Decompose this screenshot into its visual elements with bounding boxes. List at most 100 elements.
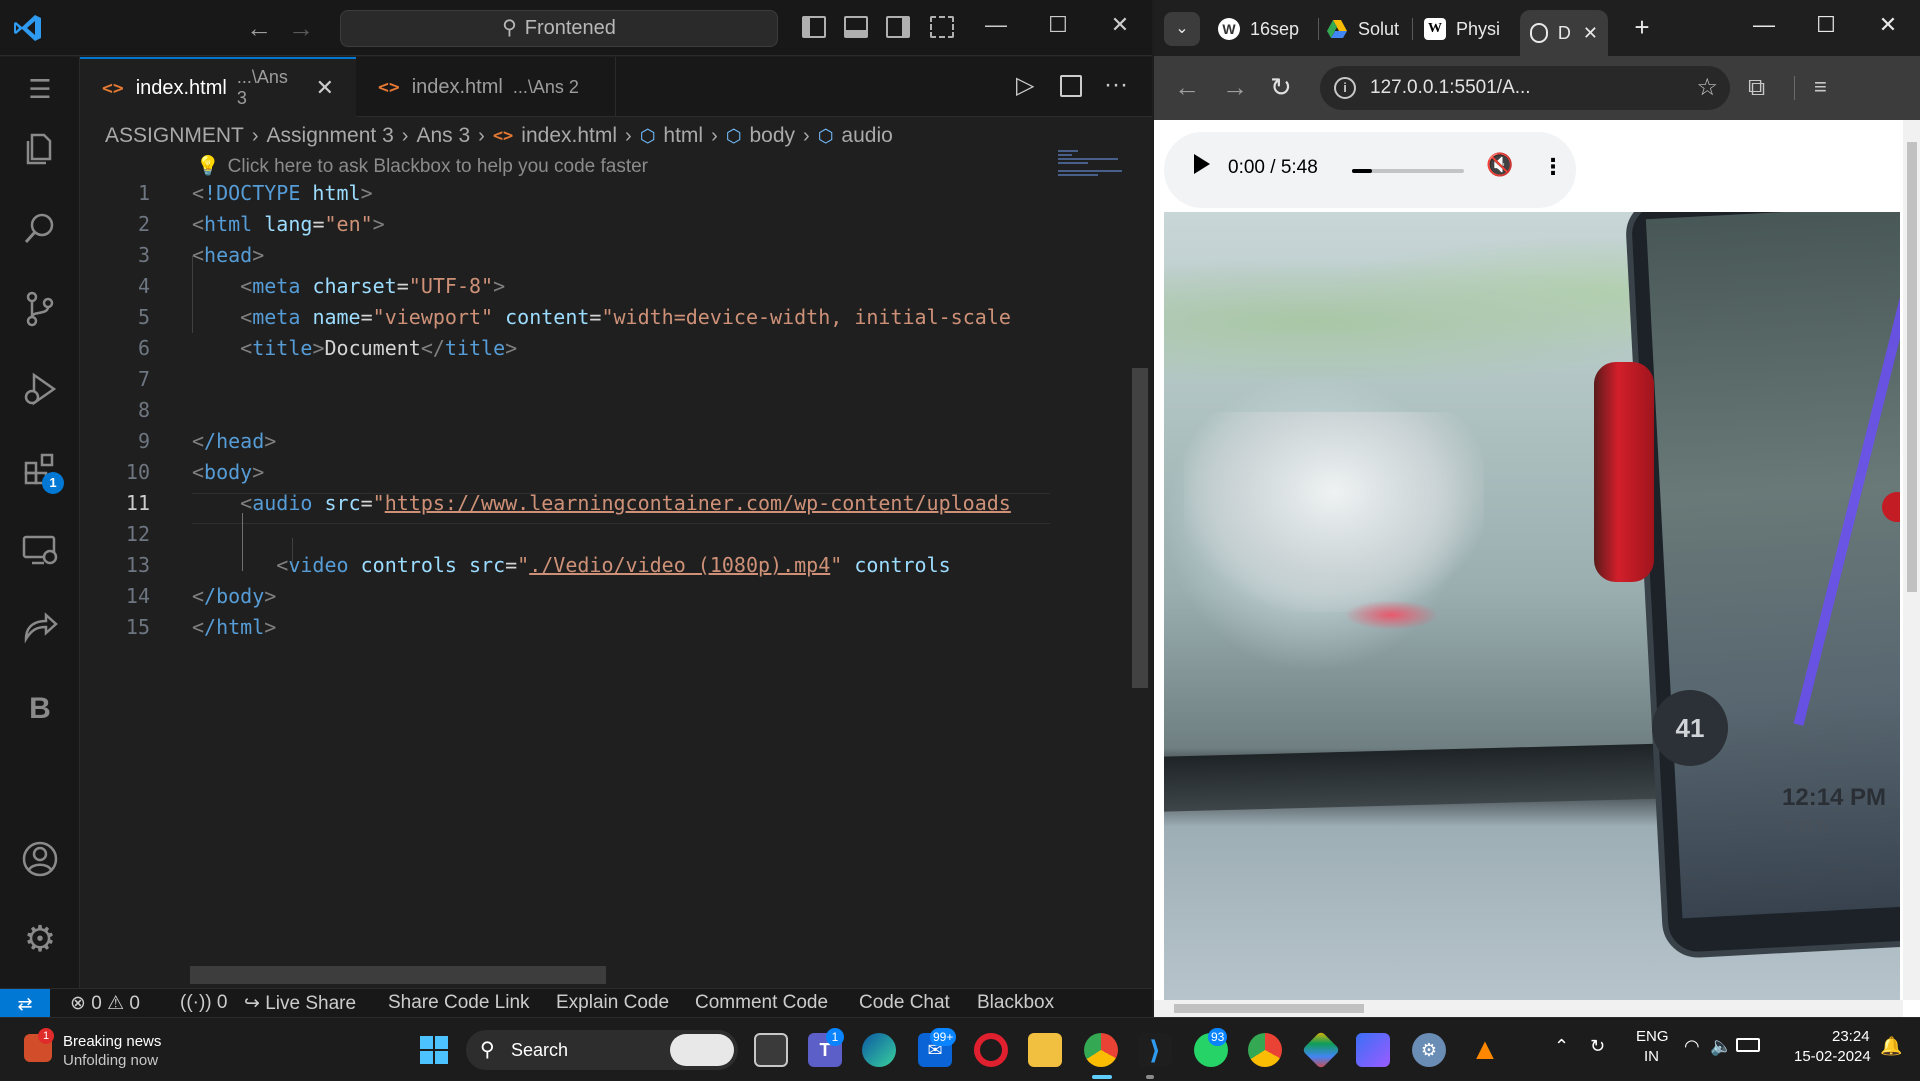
comment-code-button[interactable]: Comment Code — [695, 992, 828, 1014]
settings-gear-icon[interactable]: ⚙ — [18, 917, 62, 961]
opera-icon[interactable] — [974, 1033, 1008, 1067]
run-debug-icon[interactable] — [18, 367, 62, 411]
audio-player[interactable]: 0:00 / 5:48 🔇 ⋮ — [1164, 132, 1576, 208]
reload-icon[interactable]: ↻ — [1270, 72, 1292, 103]
remote-explorer-icon[interactable] — [18, 527, 62, 571]
breadcrumb-assignment[interactable]: ASSIGNMENT — [105, 124, 244, 148]
code-editor[interactable]: 1 <!DOCTYPE html> 2 <html lang="en"> 3 <hea… — [80, 178, 1080, 968]
toggle-secondary-sidebar-icon[interactable] — [886, 16, 910, 38]
remote-indicator-icon[interactable]: ⇄ — [0, 989, 50, 1019]
new-tab-icon[interactable]: + — [1622, 12, 1662, 43]
chrome-tab-active[interactable]: D ✕ — [1520, 10, 1608, 56]
live-share-icon[interactable] — [18, 607, 62, 651]
maximize-icon[interactable]: ☐ — [1806, 12, 1846, 38]
play-icon[interactable] — [1194, 154, 1210, 174]
video-player[interactable]: 41 12:14 PM 1.11 h — [1164, 212, 1900, 1000]
more-options-icon[interactable]: ⋮ — [1542, 154, 1564, 180]
blackbox-icon[interactable]: B — [18, 687, 62, 731]
bookmark-star-icon[interactable]: ☆ — [1696, 66, 1718, 110]
language-bottom[interactable]: IN — [1644, 1048, 1659, 1065]
split-editor-icon[interactable] — [1060, 75, 1082, 97]
muted-speaker-icon[interactable]: 🔇 — [1486, 152, 1513, 178]
chrome-tab-3[interactable]: W Physi — [1424, 14, 1520, 44]
toggle-panel-icon[interactable] — [844, 16, 868, 38]
blackbox-button[interactable]: Blackbox — [977, 992, 1054, 1014]
customize-layout-icon[interactable] — [930, 16, 954, 38]
explain-code-button[interactable]: Explain Code — [556, 992, 669, 1014]
chevron-up-icon[interactable]: ⌃ — [1554, 1036, 1569, 1057]
wifi-icon[interactable]: ◠ — [1684, 1036, 1700, 1057]
maximize-icon[interactable]: ☐ — [1038, 12, 1078, 38]
page-vertical-scrollbar[interactable] — [1903, 120, 1920, 1000]
close-window-icon[interactable]: ✕ — [1100, 12, 1140, 38]
minimap[interactable] — [1050, 148, 1130, 988]
breadcrumb-body[interactable]: body — [749, 124, 795, 148]
menu-icon[interactable]: ☰ — [18, 67, 62, 111]
task-view-icon[interactable] — [754, 1033, 788, 1067]
code-chat-button[interactable]: Code Chat — [859, 992, 950, 1014]
forward-arrow-icon[interactable]: → — [1222, 72, 1248, 103]
audio-src-link[interactable]: https://www.learningcontainer.com/wp-con… — [385, 491, 1011, 515]
volume-icon[interactable]: 🔈 — [1710, 1036, 1732, 1057]
close-tab-icon[interactable]: ✕ — [316, 75, 334, 101]
back-arrow-icon[interactable]: ← — [246, 14, 272, 42]
tab-index-html-ans2[interactable]: <> index.html ...\Ans 2 — [356, 57, 616, 117]
ports-indicator[interactable]: ((·)) 0 — [180, 992, 228, 1014]
clock-date[interactable]: 15-02-2024 — [1794, 1048, 1871, 1065]
close-tab-icon[interactable]: ✕ — [1583, 23, 1598, 44]
breadcrumb-audio[interactable]: audio — [841, 124, 892, 148]
search-icon[interactable] — [18, 207, 62, 251]
sync-icon[interactable]: ↻ — [1590, 1036, 1605, 1057]
vscode-icon[interactable]: ⟩ — [1138, 1033, 1172, 1067]
breadcrumb-ans-3[interactable]: Ans 3 — [416, 124, 470, 148]
taskbar-search[interactable]: ⚲ Search — [466, 1030, 738, 1070]
app-icon[interactable] — [1356, 1033, 1390, 1067]
explorer-icon[interactable] — [18, 127, 62, 171]
breadcrumb-assignment-3[interactable]: Assignment 3 — [267, 124, 394, 148]
chrome-tab-1[interactable]: W 16sep — [1218, 14, 1314, 44]
run-icon[interactable]: ▷ — [1016, 71, 1034, 100]
news-widget[interactable]: 1 Breaking news Unfolding now — [20, 1028, 220, 1072]
problems-indicator[interactable]: ⊗ 0 ⚠ 0 — [70, 992, 140, 1015]
battery-icon[interactable] — [1736, 1038, 1760, 1052]
breadcrumb-html[interactable]: html — [663, 124, 703, 148]
tab-index-html-ans3[interactable]: <> index.html ...\Ans 3 ✕ — [80, 57, 356, 117]
accounts-icon[interactable] — [18, 837, 62, 881]
blackbox-hint[interactable]: 💡 Click here to ask Blackbox to help you … — [196, 154, 648, 178]
more-actions-icon[interactable]: ··· — [1104, 71, 1128, 99]
media-controls-icon[interactable]: ≡ — [1814, 74, 1827, 100]
close-window-icon[interactable]: ✕ — [1868, 12, 1908, 38]
tab-search-chevron-icon[interactable]: ⌄ — [1164, 12, 1200, 46]
extensions-puzzle-icon[interactable]: ⧉ — [1748, 74, 1765, 102]
vertical-scrollbar[interactable] — [1132, 368, 1148, 688]
vlc-icon[interactable]: ▲ — [1468, 1033, 1502, 1067]
live-share-status[interactable]: ↪ Live Share — [244, 992, 356, 1015]
edge-icon[interactable] — [862, 1033, 896, 1067]
scroll-thumb[interactable] — [1174, 1004, 1364, 1013]
page-horizontal-scrollbar[interactable] — [1154, 1000, 1903, 1017]
minimize-icon[interactable]: — — [976, 12, 1016, 38]
scroll-thumb[interactable] — [1907, 142, 1917, 592]
clock-time[interactable]: 23:24 — [1832, 1028, 1870, 1045]
file-explorer-icon[interactable] — [1028, 1033, 1062, 1067]
language-top[interactable]: ENG — [1636, 1028, 1669, 1045]
git-icon[interactable] — [1301, 1030, 1341, 1070]
copilot-icon[interactable] — [670, 1034, 734, 1066]
chrome-tab-2[interactable]: Solut — [1326, 14, 1422, 44]
source-control-icon[interactable] — [18, 287, 62, 331]
windows-start-icon[interactable] — [420, 1036, 448, 1064]
command-center[interactable]: ⚲ Frontened — [340, 10, 778, 47]
video-src-link[interactable]: ./Vedio/video (1080p).mp4 — [529, 553, 830, 577]
forward-arrow-icon[interactable]: → — [288, 14, 314, 42]
chrome-profile-icon[interactable] — [1248, 1033, 1282, 1067]
minimize-icon[interactable]: — — [1744, 12, 1784, 38]
address-bar[interactable]: i 127.0.0.1:5501/A... ☆ — [1320, 66, 1730, 110]
notification-bell-icon[interactable]: 🔔 — [1880, 1036, 1902, 1057]
chrome-icon[interactable] — [1084, 1033, 1118, 1067]
site-info-icon[interactable]: i — [1334, 77, 1356, 99]
settings-icon[interactable]: ⚙ — [1412, 1033, 1446, 1067]
breadcrumb-file[interactable]: index.html — [521, 124, 617, 148]
back-arrow-icon[interactable]: ← — [1174, 72, 1200, 103]
toggle-sidebar-icon[interactable] — [802, 16, 826, 38]
horizontal-scrollbar[interactable] — [190, 966, 606, 984]
